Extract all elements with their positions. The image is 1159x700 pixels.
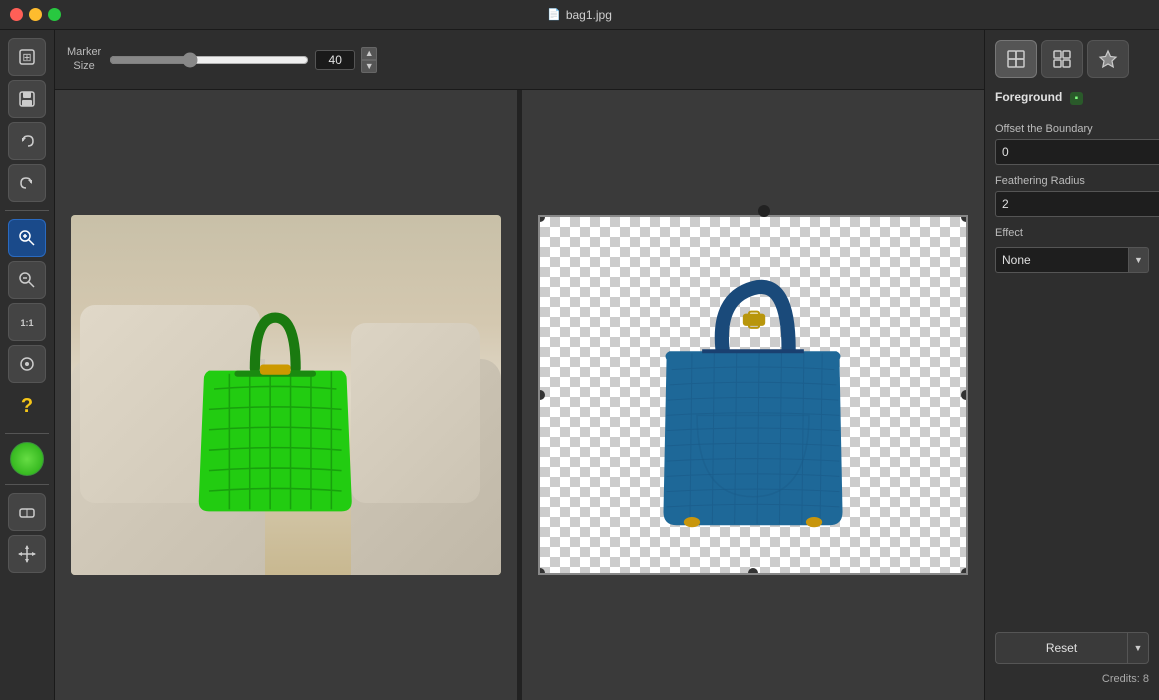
tab-favorites[interactable] (1087, 40, 1129, 78)
reset-row: Reset ▼ (995, 632, 1149, 664)
maximize-button[interactable] (48, 8, 61, 21)
original-image-canvas[interactable] (71, 215, 501, 575)
effect-dropdown-arrow[interactable]: ▼ (1129, 247, 1149, 273)
left-toolbar: ⊞ (0, 30, 55, 700)
marker-size-spinners: ▲ ▼ (361, 47, 377, 73)
move-button[interactable] (8, 535, 46, 573)
right-image-panel (522, 90, 984, 700)
handle-tr[interactable] (961, 215, 968, 222)
section-foreground-label: Foreground ▪ (995, 90, 1149, 105)
handle-mr[interactable] (961, 390, 968, 400)
green-bag (157, 287, 394, 532)
handle-bl[interactable] (538, 568, 545, 575)
original-scene (71, 215, 501, 575)
app-body: ⊞ (0, 30, 1159, 700)
zoom-fit-button[interactable] (8, 345, 46, 383)
left-image-panel (55, 90, 519, 700)
fg-badge: ▪ (1070, 92, 1084, 105)
zoom-100-button[interactable]: 1:1 (8, 303, 46, 341)
window-controls (10, 8, 61, 21)
top-bar-row: Marker Size 40 ▲ ▼ (55, 30, 984, 90)
feathering-radius-label: Feathering Radius (995, 175, 1149, 187)
handle-br[interactable] (961, 568, 968, 575)
toolbar-divider-2 (5, 433, 48, 434)
marker-size-up[interactable]: ▲ (361, 47, 377, 60)
cutout-canvas[interactable] (538, 215, 968, 575)
zoom-in-button[interactable] (8, 219, 46, 257)
marker-size-label: Marker Size (67, 46, 101, 72)
tab-layers[interactable] (995, 40, 1037, 78)
svg-text:⊞: ⊞ (22, 52, 31, 64)
main-content-wrapper: Marker Size 40 ▲ ▼ (55, 30, 984, 700)
redo-button[interactable] (8, 164, 46, 202)
credits-bar: Credits: 8 (995, 668, 1149, 690)
window-title: 📄 bag1.jpg (547, 8, 612, 22)
reset-dropdown-arrow[interactable]: ▼ (1127, 632, 1149, 664)
marker-size-value: 40 (315, 50, 355, 70)
close-button[interactable] (10, 8, 23, 21)
foreground-tool-button[interactable] (10, 442, 44, 476)
file-icon: 📄 (547, 8, 561, 21)
title-bar: 📄 bag1.jpg (0, 0, 1159, 30)
feathering-radius-control: ▲ ▼ (995, 191, 1149, 217)
new-image-button[interactable]: ⊞ (8, 38, 46, 76)
undo-button[interactable] (8, 122, 46, 160)
offset-boundary-input[interactable] (995, 139, 1159, 165)
help-button[interactable]: ? (8, 387, 46, 425)
toolbar-divider-3 (5, 484, 48, 485)
effect-select[interactable]: None Blur Sharpen Shadow (995, 247, 1129, 273)
handle-top-center-outer[interactable] (758, 205, 770, 217)
reset-button[interactable]: Reset (995, 632, 1127, 664)
blue-bag (593, 253, 913, 538)
svg-text:1:1: 1:1 (20, 318, 33, 328)
offset-boundary-label: Offset the Boundary (995, 123, 1149, 135)
right-properties-panel: Foreground ▪ Offset the Boundary ▲ ▼ Fea… (984, 30, 1159, 700)
marker-size-down[interactable]: ▼ (361, 60, 377, 73)
top-toolbar: Marker Size 40 ▲ ▼ (55, 30, 984, 90)
toolbar-divider-1 (5, 210, 48, 211)
marker-size-slider[interactable] (109, 52, 309, 68)
effect-label: Effect (995, 227, 1149, 239)
marker-size-control: 40 ▲ ▼ (109, 47, 377, 73)
feathering-radius-input[interactable] (995, 191, 1159, 217)
save-button[interactable] (8, 80, 46, 118)
credits-label: Credits: 8 (1102, 673, 1149, 685)
filename-label: bag1.jpg (566, 8, 612, 22)
effect-control: None Blur Sharpen Shadow ▼ (995, 247, 1149, 273)
panel-tabs (995, 40, 1149, 78)
tab-properties[interactable] (1041, 40, 1083, 78)
panel-spacer (995, 273, 1149, 624)
zoom-out-button[interactable] (8, 261, 46, 299)
minimize-button[interactable] (29, 8, 42, 21)
handle-bc[interactable] (748, 568, 758, 575)
offset-boundary-control: ▲ ▼ (995, 139, 1149, 165)
canvas-area (55, 90, 984, 700)
eraser-button[interactable] (8, 493, 46, 531)
